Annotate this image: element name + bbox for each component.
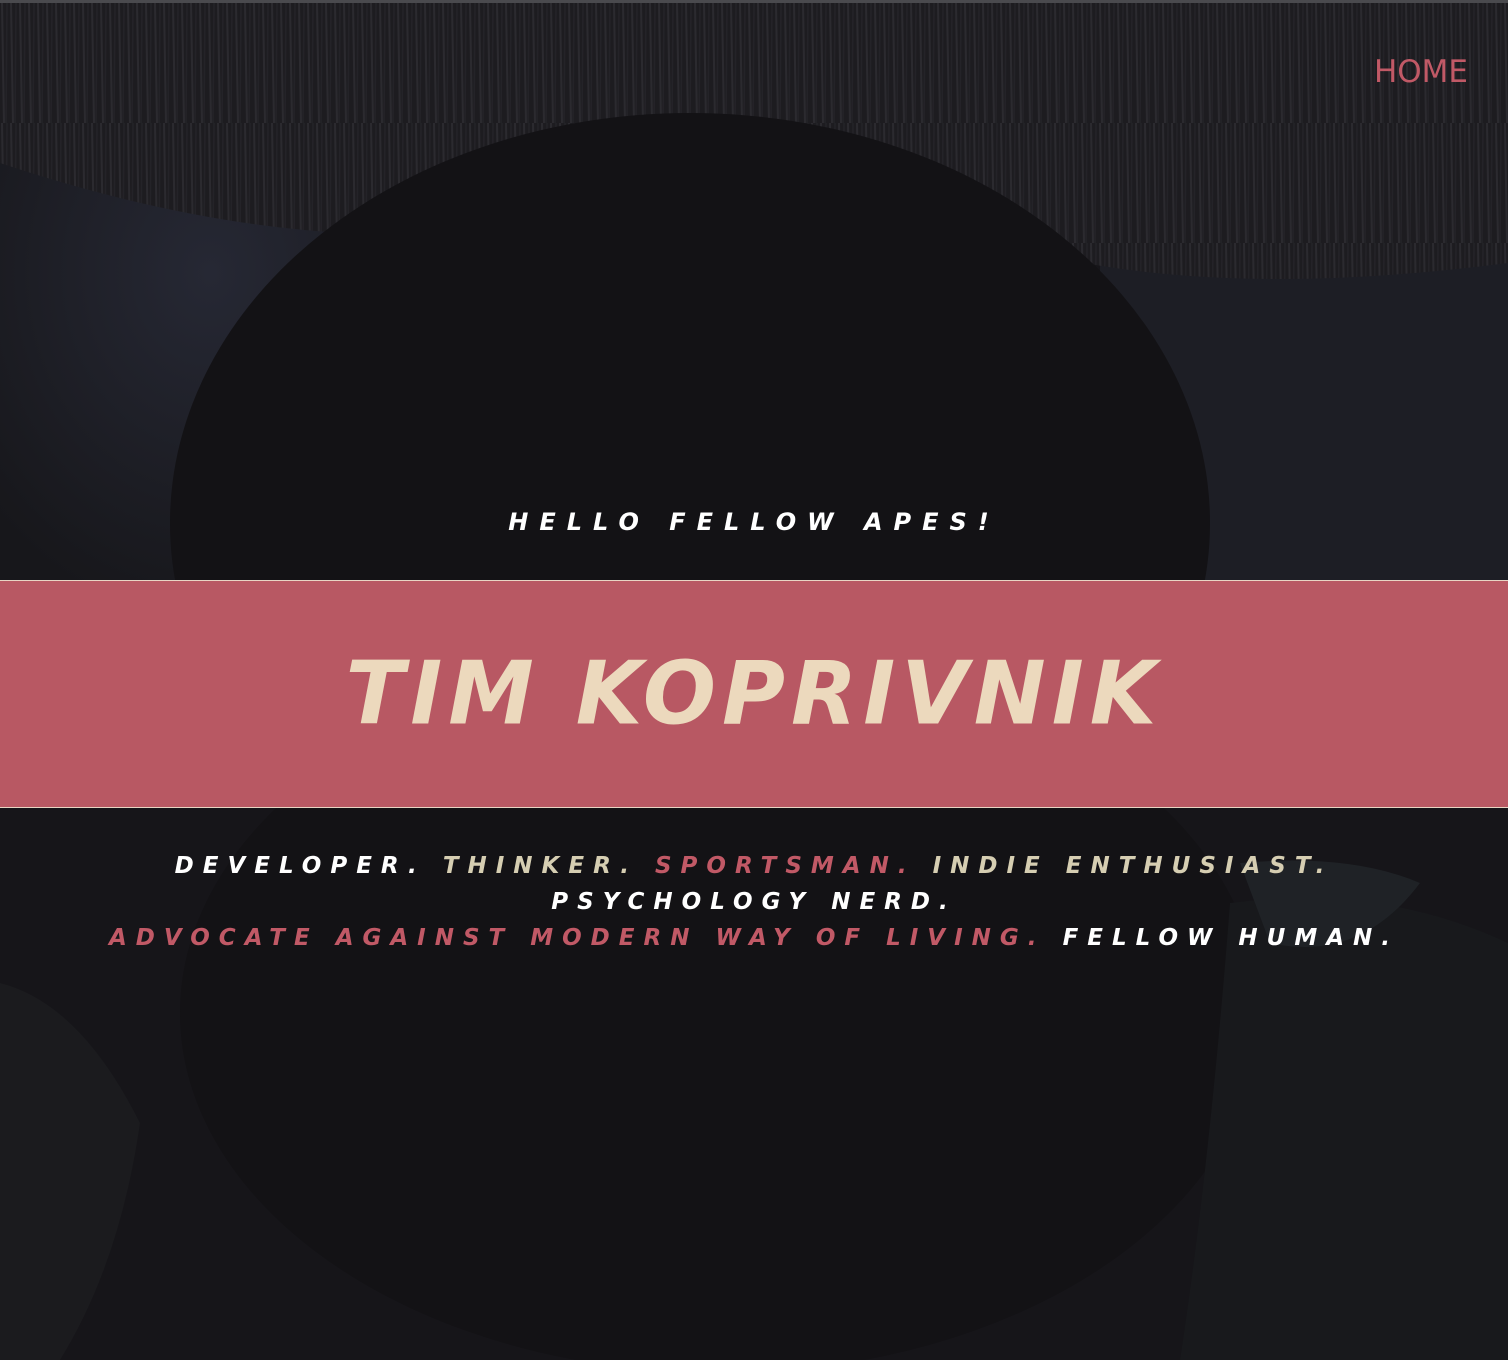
page: HOME A HELLO FELLOW APES! TIM KOPRIVNIK … xyxy=(0,0,1508,1360)
tagline-fellow-human: FELLOW HUMAN. xyxy=(1062,925,1400,951)
tagline-thinker: THINKER. xyxy=(442,853,638,879)
nav-link-home[interactable]: HOME xyxy=(1374,54,1468,90)
tagline-indie-enthusiast: INDIE ENTHUSIAST. xyxy=(932,853,1334,879)
main-nav: HOME A xyxy=(1374,50,1508,94)
hero-greeting: HELLO FELLOW APES! xyxy=(508,508,1000,536)
name-banner: TIM KOPRIVNIK xyxy=(0,580,1508,808)
tagline-advocate: ADVOCATE AGAINST MODERN WAY OF LIVING. xyxy=(108,925,1046,951)
hero-name: TIM KOPRIVNIK xyxy=(345,643,1163,745)
tagline-developer: DEVELOPER. xyxy=(174,853,426,879)
tagline-sportsman: SPORTSMAN. xyxy=(654,853,916,879)
hero-taglines: DEVELOPER. THINKER. SPORTSMAN. INDIE ENT… xyxy=(0,848,1508,956)
tagline-psychology-nerd: PSYCHOLOGY NERD. xyxy=(551,889,957,915)
